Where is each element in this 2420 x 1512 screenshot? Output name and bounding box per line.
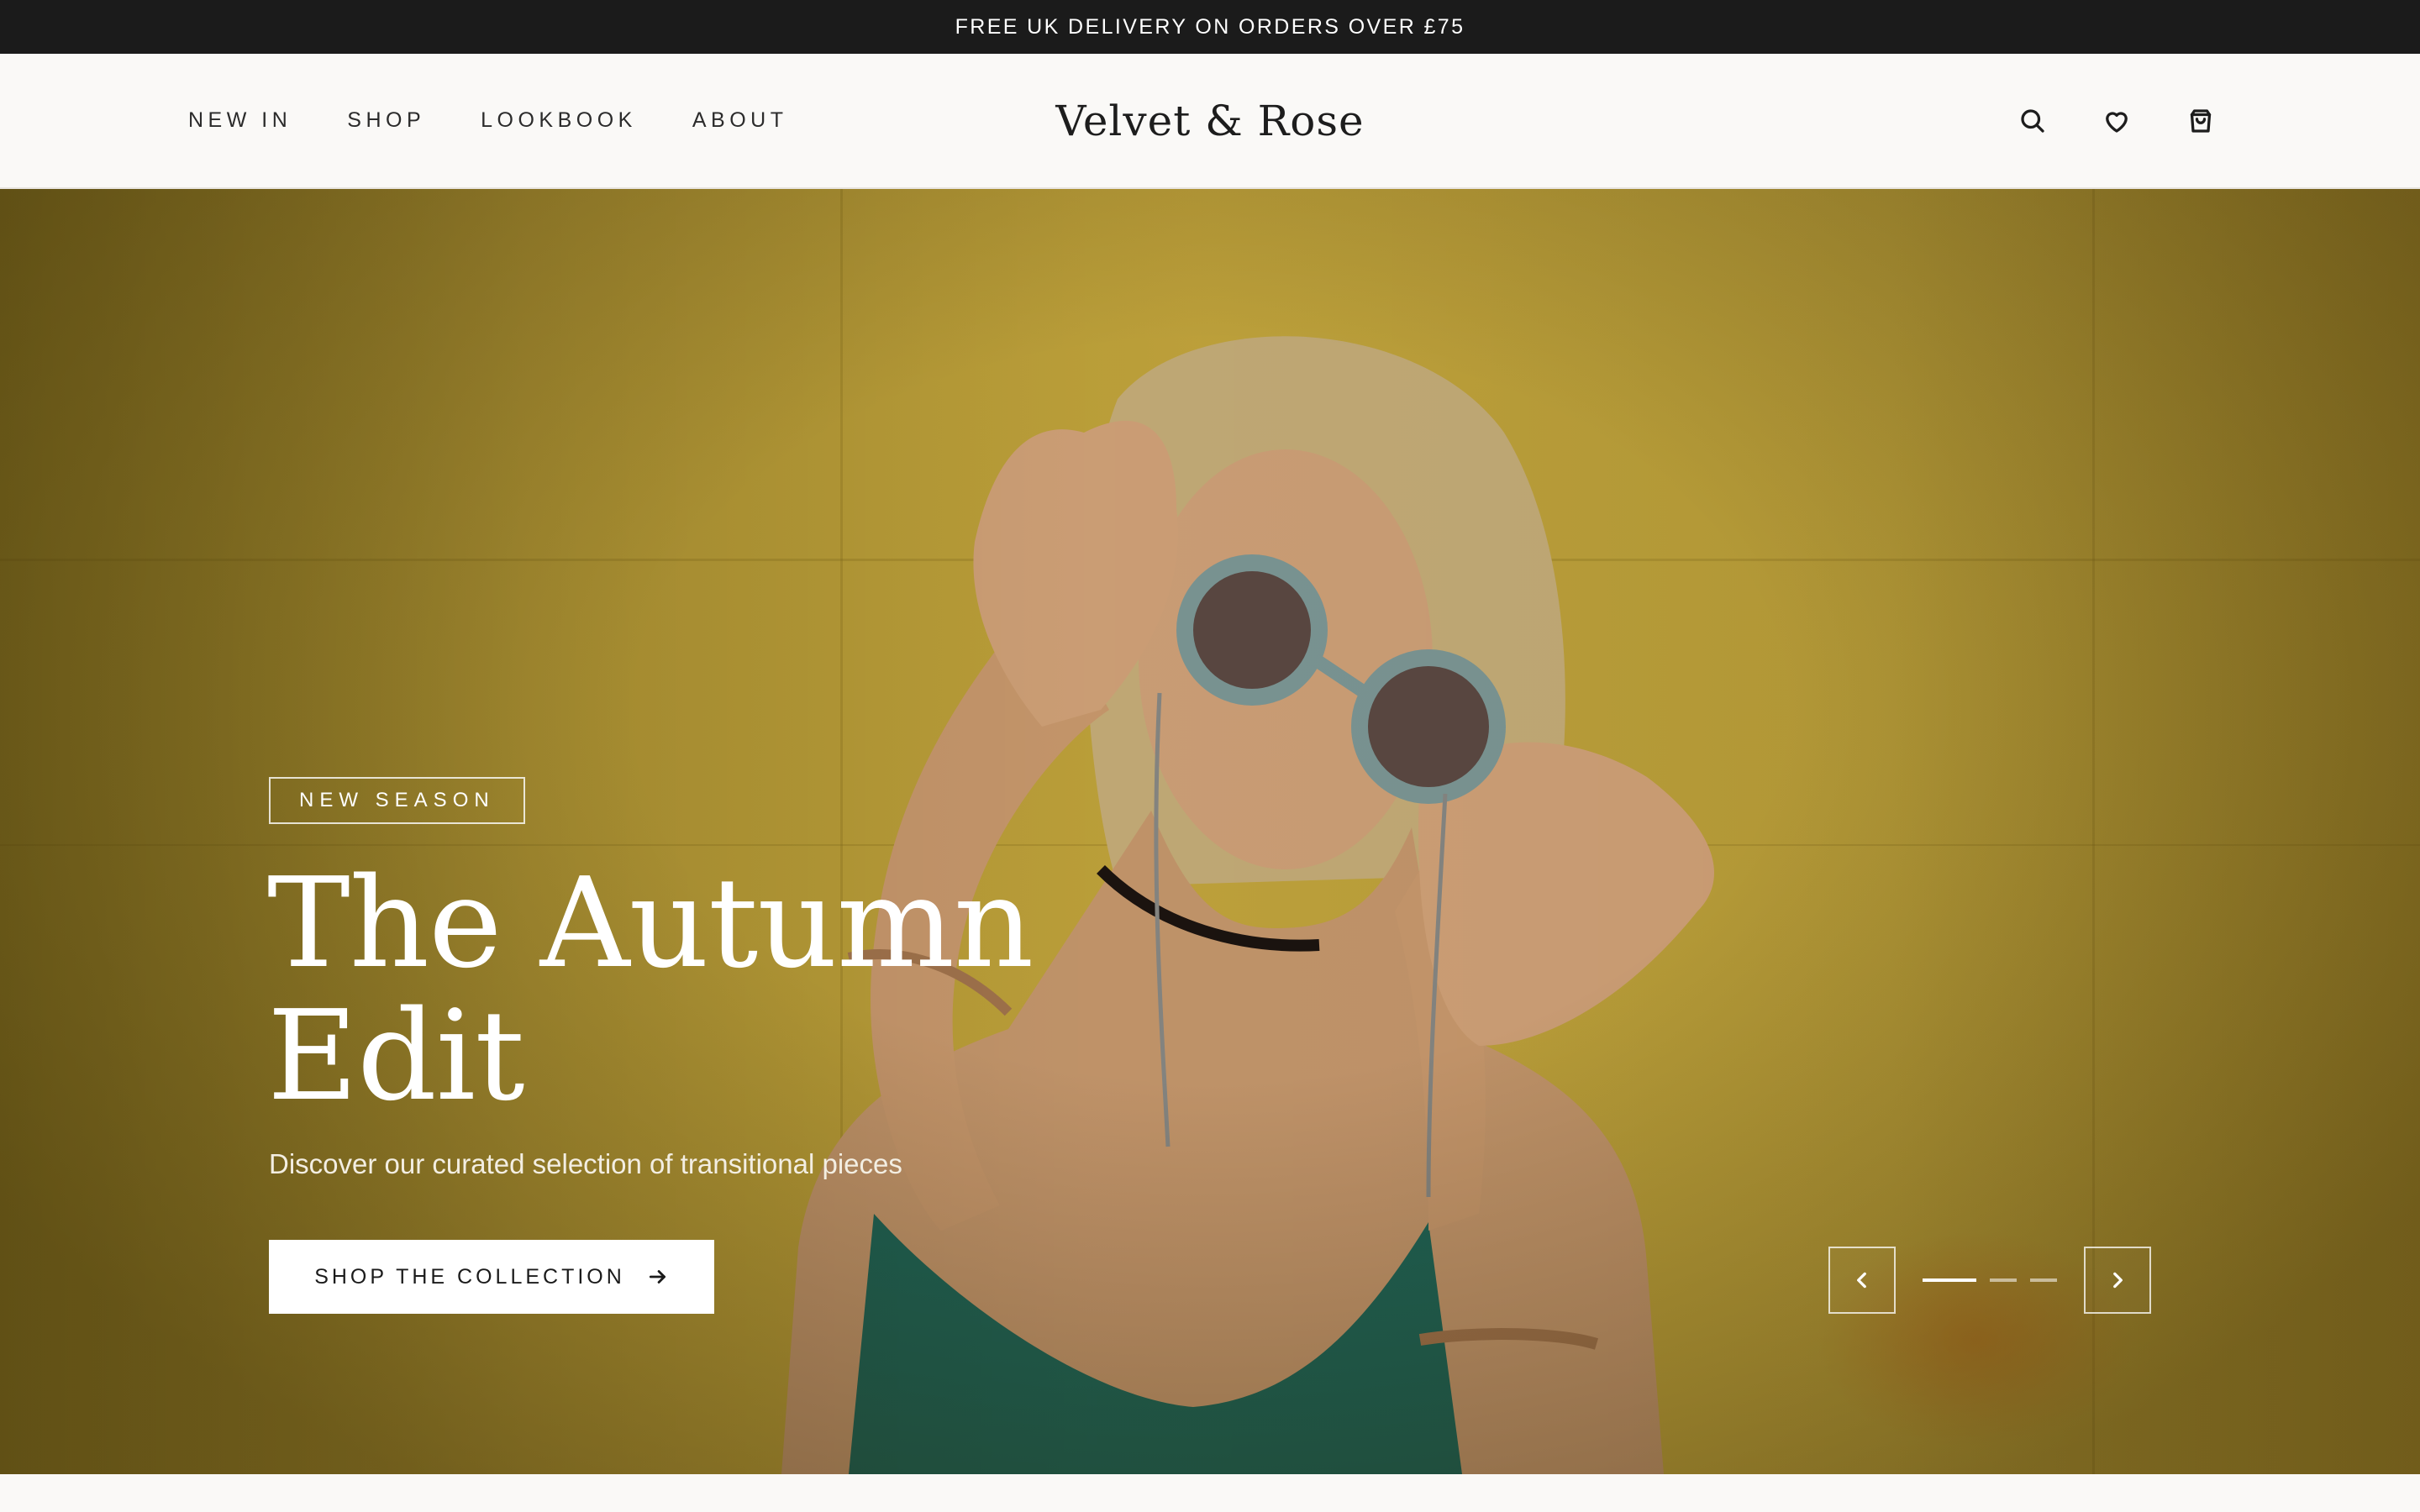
nav-item-lookbook[interactable]: LOOKBOOK	[481, 108, 637, 133]
hero-title: The Autumn Edit	[267, 857, 1107, 1122]
heart-icon	[2106, 111, 2128, 133]
hero-subtitle: Discover our curated selection of transi…	[269, 1148, 902, 1179]
announcement-text: FREE UK DELIVERY ON ORDERS OVER £75	[955, 14, 1465, 39]
new-season-badge: NEW SEASON	[269, 777, 525, 824]
shopping-bag-icon	[2190, 108, 2212, 133]
slide-dot-2[interactable]	[1990, 1278, 2017, 1282]
hero-title-line-1: The Autumn	[267, 851, 1034, 995]
nav-item-shop[interactable]: SHOP	[347, 108, 425, 133]
header-actions	[2017, 54, 2217, 187]
shop-collection-button[interactable]: SHOP THE COLLECTION	[269, 1240, 714, 1314]
nav-item-new-in[interactable]: NEW IN	[188, 108, 292, 133]
cta-label: SHOP THE COLLECTION	[314, 1264, 625, 1289]
next-slide-button[interactable]	[2084, 1247, 2151, 1314]
announcement-bar: FREE UK DELIVERY ON ORDERS OVER £75	[0, 0, 2420, 54]
chevron-right-icon	[2113, 1272, 2123, 1289]
site-header: NEW IN SHOP LOOKBOOK ABOUT Velvet & Rose	[0, 54, 2420, 189]
slide-dot-1[interactable]	[1923, 1278, 1976, 1282]
main-nav: NEW IN SHOP LOOKBOOK ABOUT	[188, 54, 787, 187]
prev-slide-button[interactable]	[1828, 1247, 1896, 1314]
search-icon	[2021, 108, 2044, 133]
arrow-right-icon	[649, 1270, 666, 1284]
hero-title-line-2: Edit	[267, 984, 525, 1128]
wishlist-button[interactable]	[2101, 105, 2133, 137]
slider-controls	[1828, 1247, 2151, 1314]
cart-button[interactable]	[2185, 105, 2217, 137]
hero-banner: NEW SEASON The Autumn Edit Discover our …	[0, 189, 2420, 1474]
brand-logo[interactable]: Velvet & Rose	[1055, 97, 1364, 145]
search-button[interactable]	[2017, 105, 2049, 137]
chevron-left-icon	[1857, 1272, 1866, 1289]
slide-indicators	[1923, 1278, 2057, 1282]
slide-dot-3[interactable]	[2030, 1278, 2057, 1282]
nav-item-about[interactable]: ABOUT	[692, 108, 788, 133]
badge-label: NEW SEASON	[299, 789, 495, 811]
